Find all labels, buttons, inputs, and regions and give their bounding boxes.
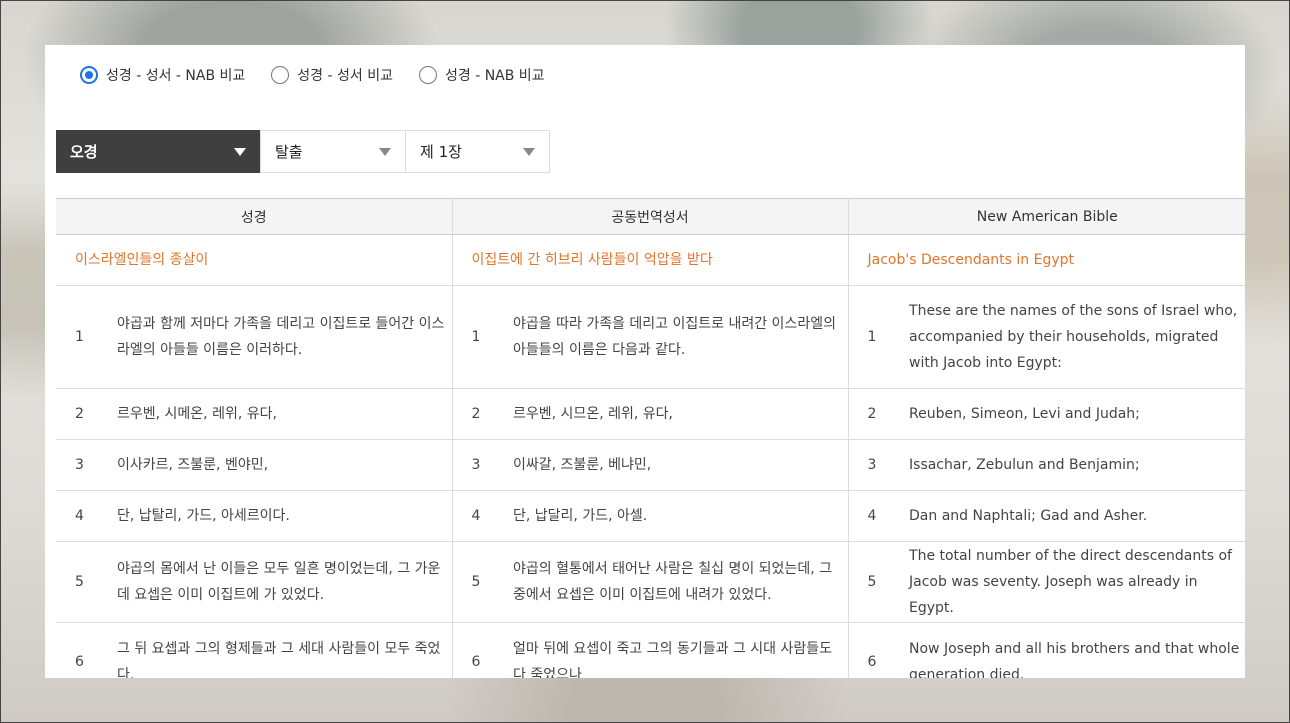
verse-number: 4: [848, 490, 909, 542]
verse-number: 5: [56, 541, 116, 623]
verse-text: 이싸갈, 즈불룬, 베냐민,: [512, 439, 849, 491]
verse-number: 5: [452, 541, 513, 623]
caret-down-icon: [523, 147, 535, 156]
comparison-mode-group: 성경 - 성서 - NAB 비교 성경 - 성서 비교 성경 - NAB 비교: [80, 65, 571, 85]
table-row: 6 그 뒤 요셉과 그의 형제들과 그 세대 사람들이 모두 죽었다. 6 얼마…: [56, 622, 1245, 678]
verse-text: Dan and Naphtali; Gad and Asher.: [908, 490, 1245, 542]
verse-text: 단, 납달리, 가드, 아셀.: [512, 490, 849, 542]
verse-text: Now Joseph and all his brothers and that…: [908, 622, 1245, 678]
radio-button[interactable]: [418, 66, 437, 84]
radio-label: 성경 - 성서 비교: [297, 68, 393, 84]
verse-text: 단, 납탈리, 가드, 아세르이다.: [116, 490, 453, 542]
selector-bar: 오경 탈출 제 1장: [56, 130, 550, 173]
caret-down-icon: [379, 147, 391, 156]
table-row: 2 르우벤, 시메온, 레위, 유다, 2 르우벤, 시므온, 레위, 유다, …: [56, 388, 1245, 440]
book-value: 탈출: [275, 143, 303, 161]
verse-text: 야곱을 따라 가족을 데리고 이집트로 내려간 이스라엘의 아들들의 이름은 다…: [512, 285, 849, 389]
verse-number: 5: [848, 541, 909, 623]
verse-text: 야곱과 함께 저마다 가족을 데리고 이집트로 들어간 이스라엘의 아들들 이름…: [116, 285, 453, 389]
caret-down-icon: [234, 147, 246, 156]
verse-text: 르우벤, 시메온, 레위, 유다,: [116, 388, 453, 440]
verse-text: Reuben, Simeon, Levi and Judah;: [908, 388, 1245, 440]
chapter-select[interactable]: 제 1장: [405, 130, 550, 173]
verse-text: Issachar, Zebulun and Benjamin;: [908, 439, 1245, 491]
verse-text: 르우벤, 시므온, 레위, 유다,: [512, 388, 849, 440]
verse-number: 3: [848, 439, 909, 491]
column-header: New American Bible: [848, 198, 1245, 235]
verse-number: 4: [452, 490, 513, 542]
verse-number: 6: [848, 622, 909, 678]
chapter-value: 제 1장: [420, 143, 462, 161]
verse-comparison-table: 성경 공동번역성서 New American Bible 이스라엘인들의 종살이…: [56, 198, 1245, 678]
radio-compare-nab[interactable]: 성경 - NAB 비교: [418, 65, 545, 85]
verse-number: 3: [452, 439, 513, 491]
verse-number: 3: [56, 439, 116, 491]
radio-button-checked[interactable]: [80, 66, 98, 84]
verse-text: 얼마 뒤에 요셉이 죽고 그의 동기들과 그 시대 사람들도 다 죽었으나: [512, 622, 849, 678]
section-title: 이스라엘인들의 종살이: [56, 234, 453, 286]
verse-text: 이사카르, 즈불룬, 벤야민,: [116, 439, 453, 491]
section-title: 이집트에 간 히브리 사람들이 억압을 받다: [452, 234, 849, 286]
section-title-row: 이스라엘인들의 종살이 이집트에 간 히브리 사람들이 억압을 받다 Jacob…: [56, 234, 1245, 286]
radio-label: 성경 - NAB 비교: [444, 68, 545, 84]
verse-number: 2: [452, 388, 513, 440]
verse-number: 4: [56, 490, 116, 542]
radio-button[interactable]: [271, 66, 290, 84]
verse-text: The total number of the direct descendan…: [908, 541, 1245, 623]
radio-compare-all[interactable]: 성경 - 성서 - NAB 비교: [80, 65, 245, 85]
table-row: 1 야곱과 함께 저마다 가족을 데리고 이집트로 들어간 이스라엘의 아들들 …: [56, 285, 1245, 389]
verse-number: 2: [56, 388, 116, 440]
table-row: 5 야곱의 몸에서 난 이들은 모두 일흔 명이었는데, 그 가운데 요셉은 이…: [56, 541, 1245, 623]
table-header-row: 성경 공동번역성서 New American Bible: [56, 198, 1245, 235]
column-header: 성경: [56, 198, 453, 235]
testament-select[interactable]: 오경: [56, 130, 260, 173]
table-row: 4 단, 납탈리, 가드, 아세르이다. 4 단, 납달리, 가드, 아셀. 4…: [56, 490, 1245, 542]
testament-value: 오경: [70, 143, 98, 161]
verse-text: 그 뒤 요셉과 그의 형제들과 그 세대 사람들이 모두 죽었다.: [116, 622, 453, 678]
verse-text: 야곱의 몸에서 난 이들은 모두 일흔 명이었는데, 그 가운데 요셉은 이미 …: [116, 541, 453, 623]
radio-compare-gongdong[interactable]: 성경 - 성서 비교: [271, 65, 393, 85]
table-row: 3 이사카르, 즈불룬, 벤야민, 3 이싸갈, 즈불룬, 베냐민, 3 Iss…: [56, 439, 1245, 491]
radio-label: 성경 - 성서 - NAB 비교: [106, 68, 246, 84]
verse-text: These are the names of the sons of Israe…: [908, 285, 1245, 389]
section-title: Jacob's Descendants in Egypt: [848, 234, 1245, 286]
verse-number: 1: [56, 285, 116, 389]
column-header: 공동번역성서: [452, 198, 849, 235]
comparison-panel: 성경 - 성서 - NAB 비교 성경 - 성서 비교 성경 - NAB 비교 …: [45, 45, 1245, 678]
book-select[interactable]: 탈출: [260, 130, 406, 173]
verse-number: 6: [452, 622, 513, 678]
verse-number: 1: [452, 285, 513, 389]
verse-number: 1: [848, 285, 909, 389]
verse-text: 야곱의 혈통에서 태어난 사람은 칠십 명이 되었는데, 그 중에서 요셉은 이…: [512, 541, 849, 623]
verse-number: 2: [848, 388, 909, 440]
verse-number: 6: [56, 622, 116, 678]
